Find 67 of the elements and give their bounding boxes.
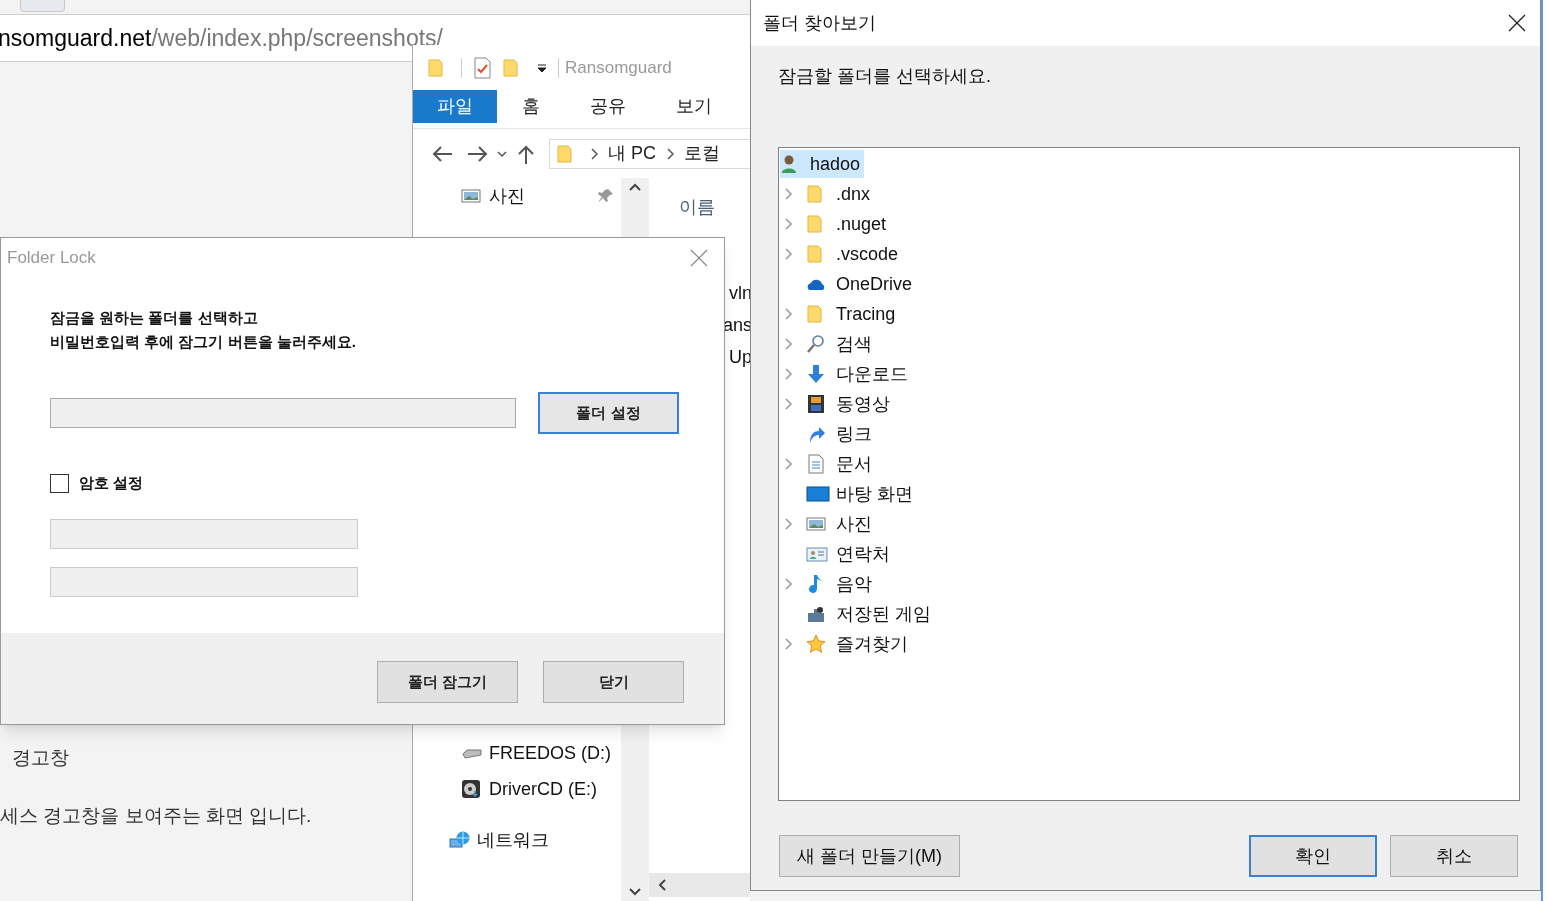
- dialog-button[interactable]: 확인: [1249, 835, 1377, 877]
- close-button[interactable]: [1508, 14, 1526, 32]
- chevron-right-icon: [666, 147, 674, 160]
- up-arrow-icon: [517, 143, 535, 164]
- password-field[interactable]: [50, 518, 358, 549]
- breadcrumb-item[interactable]: 내 PC: [608, 140, 656, 167]
- nav-item[interactable]: FREEDOS (D:): [413, 735, 621, 771]
- column-header[interactable]: 이름: [679, 194, 750, 221]
- contact-card-icon: [806, 544, 830, 564]
- tree-item[interactable]: 사진: [806, 510, 876, 538]
- close-dialog-button[interactable]: 닫기: [543, 661, 684, 703]
- checklist-icon: [472, 56, 492, 79]
- tree-item[interactable]: hadoo: [780, 150, 865, 178]
- tree-item[interactable]: OneDrive: [806, 270, 917, 298]
- tree-item[interactable]: 문서: [806, 450, 876, 478]
- monitor-icon: [806, 484, 830, 504]
- ribbon-tab[interactable]: 홈: [497, 90, 565, 123]
- password-checkbox[interactable]: 암호 설정: [50, 472, 144, 495]
- dialog-title: 폴더 찾아보기: [763, 11, 876, 35]
- nav-item[interactable]: DriverCD (E:): [413, 771, 621, 807]
- tree-item[interactable]: 연락처: [806, 540, 894, 568]
- tree-item[interactable]: 음악: [806, 570, 876, 598]
- chevron-left-icon: [657, 878, 667, 892]
- tree-item[interactable]: 동영상: [806, 390, 894, 418]
- chevron-right-icon: [590, 147, 598, 160]
- chevron-down-icon: [628, 887, 642, 897]
- browser-tab[interactable]: [20, 0, 65, 12]
- address-field[interactable]: 내 PC 로컬: [549, 138, 750, 169]
- ribbon-tab[interactable]: 보기: [651, 90, 737, 123]
- folder-tree[interactable]: hadoo .dnx .nuget .vscode OneDrive Tracing 검색 다운로드 동영상 링크 문서 바탕 화면 사진 연락처 음악 저장된 게임 즐겨찾기: [778, 147, 1520, 801]
- tree-item[interactable]: .dnx: [806, 180, 875, 208]
- page-paragraph: 세스 경고창을 보여주는 화면 입니다.: [0, 804, 312, 828]
- tree-item[interactable]: 즐겨찾기: [806, 630, 912, 658]
- dialog-button[interactable]: 취소: [1390, 835, 1518, 877]
- ribbon-tab[interactable]: 공유: [565, 90, 651, 123]
- dropdown-icon: [536, 61, 548, 74]
- folder-path-field[interactable]: [50, 398, 516, 428]
- tree-item[interactable]: 검색: [806, 330, 876, 358]
- lock-folder-button[interactable]: 폴더 잠그기: [377, 661, 518, 703]
- folder-select-button[interactable]: 폴더 설정: [538, 392, 679, 434]
- url-text: nsomguard.net/web/index.php/screenshots/: [0, 23, 443, 53]
- breadcrumb-item[interactable]: 로컬: [684, 140, 720, 167]
- window-title: Ransomguard: [565, 56, 672, 79]
- chevron-down-icon: [497, 149, 507, 158]
- tree-item[interactable]: 바탕 화면: [806, 480, 917, 508]
- nav-item[interactable]: 사진: [413, 178, 621, 214]
- tree-item[interactable]: Tracing: [806, 300, 900, 328]
- instruction-text: 잠금을 원하는 폴더를 선택하고 비밀번호입력 후에 잠그기 버튼을 눌러주세요.: [50, 308, 357, 352]
- prompt-text: 잠금할 폴더를 선택하세요.: [777, 65, 992, 88]
- nav-item[interactable]: 네트워크: [413, 817, 621, 863]
- tree-item[interactable]: 저장된 게임: [806, 600, 935, 628]
- tree-item[interactable]: .vscode: [806, 240, 903, 268]
- close-icon: [690, 249, 708, 267]
- chevron-up-icon: [628, 182, 642, 192]
- tree-item[interactable]: .nuget: [806, 210, 891, 238]
- dialog-title: Folder Lock: [7, 247, 96, 270]
- tree-item[interactable]: 다운로드: [806, 360, 912, 388]
- back-arrow-icon: [431, 144, 453, 163]
- horizontal-scrollbar[interactable]: [649, 873, 750, 897]
- tree-item[interactable]: 링크: [806, 420, 876, 448]
- dialog-button[interactable]: 새 폴더 만들기(M): [779, 835, 960, 877]
- ribbon-tab[interactable]: 파일: [413, 90, 497, 123]
- close-icon: [1508, 14, 1526, 32]
- forward-arrow-icon: [467, 144, 489, 163]
- page-heading: 경고창: [12, 746, 69, 770]
- password-confirm-field[interactable]: [50, 566, 358, 597]
- globe-icon: [449, 830, 473, 850]
